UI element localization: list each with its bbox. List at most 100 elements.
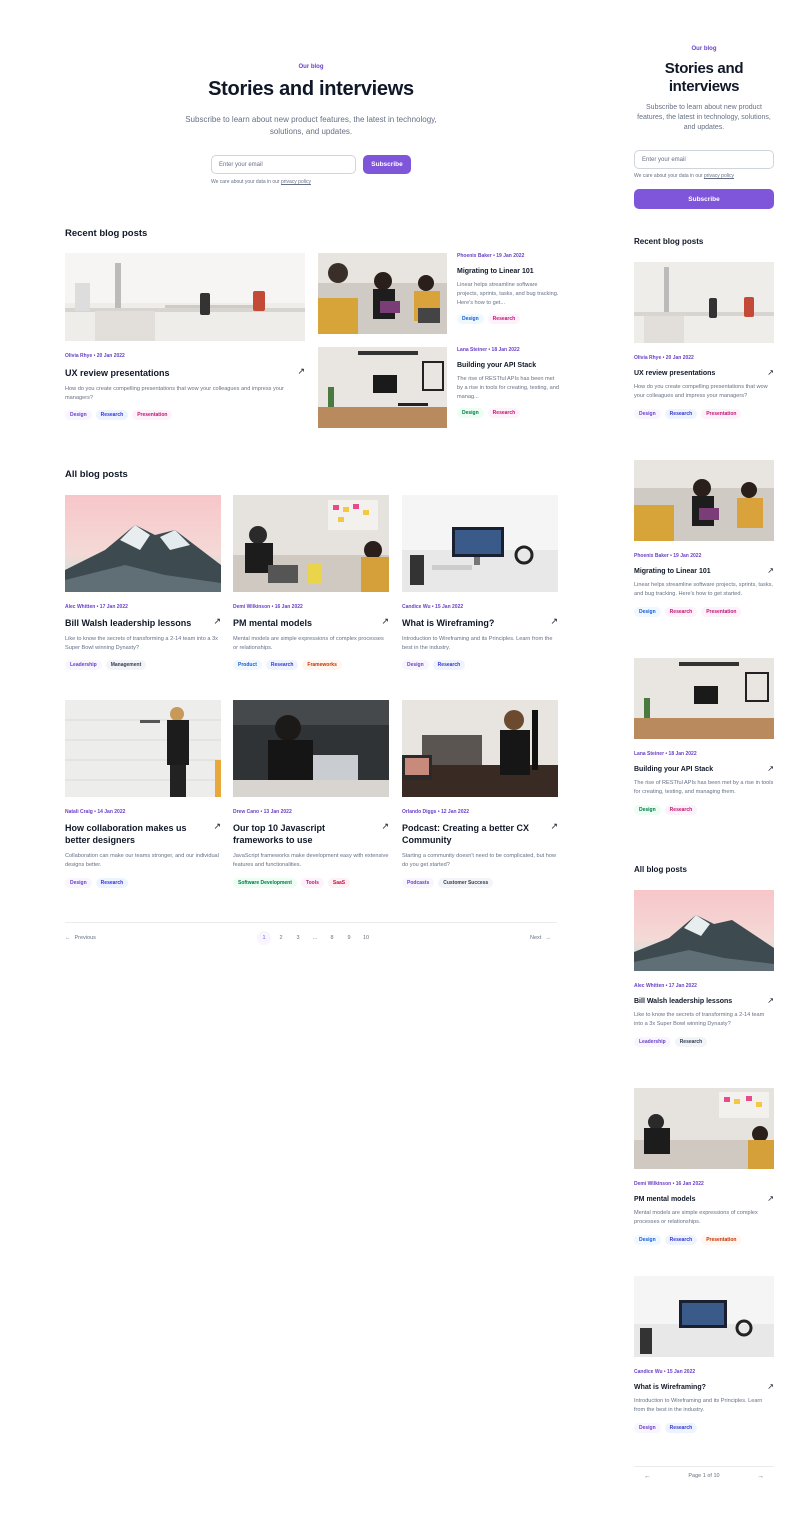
- post-card[interactable]: Candice Wu • 15 Jan 2022 What is Wirefra…: [634, 1276, 774, 1433]
- recent-post-card[interactable]: Olivia Rhye • 20 Jan 2022 UX review pres…: [65, 253, 305, 421]
- tag[interactable]: Product: [233, 660, 262, 671]
- tag[interactable]: Research: [674, 1036, 708, 1047]
- tag[interactable]: Frameworks: [302, 660, 342, 671]
- tag[interactable]: Research: [664, 1234, 698, 1245]
- page-button[interactable]: 1: [257, 931, 271, 945]
- email-input[interactable]: Enter your email: [634, 150, 774, 169]
- tag[interactable]: Tools: [300, 877, 324, 888]
- post-card[interactable]: Drew Cano • 13 Jan 2022 Our top 10 Javas…: [233, 700, 389, 888]
- tag[interactable]: Research: [95, 877, 129, 888]
- tag[interactable]: Presentation: [701, 408, 742, 419]
- tag[interactable]: Research: [95, 410, 129, 421]
- post-title[interactable]: Building your API Stack: [457, 361, 559, 370]
- tag[interactable]: Research: [265, 660, 299, 671]
- all-posts-heading: All blog posts: [65, 469, 128, 480]
- tag[interactable]: Leadership: [634, 1036, 671, 1047]
- tag[interactable]: Design: [634, 804, 661, 815]
- tag[interactable]: Podcasts: [402, 877, 435, 888]
- previous-button[interactable]: ← Previous: [65, 935, 96, 941]
- tag[interactable]: SaaS: [327, 877, 351, 888]
- post-title[interactable]: Migrating to Linear 101: [634, 567, 711, 576]
- page-button[interactable]: 3: [291, 931, 305, 945]
- post-card[interactable]: Alec Whitten • 17 Jan 2022 Bill Walsh le…: [634, 890, 774, 1047]
- post-description: Introduction to Wireframing and its Prin…: [634, 1398, 763, 1414]
- tag[interactable]: Customer Success: [438, 877, 494, 888]
- page-button[interactable]: 9: [342, 931, 356, 945]
- post-title[interactable]: Migrating to Linear 101: [457, 267, 559, 276]
- arrow-up-right-icon[interactable]: ↗: [767, 566, 774, 576]
- arrow-up-right-icon[interactable]: ↗: [550, 616, 558, 629]
- tag[interactable]: Research: [664, 804, 698, 815]
- recent-post-card[interactable]: Phoenix Baker • 19 Jan 2022 Migrating to…: [634, 460, 774, 617]
- recent-post-card[interactable]: Olivia Rhye • 20 Jan 2022 UX review pres…: [634, 262, 774, 419]
- arrow-up-right-icon[interactable]: ↗: [297, 366, 305, 379]
- post-image: [318, 347, 447, 428]
- tag[interactable]: Research: [664, 606, 698, 617]
- recent-post-card[interactable]: Lana Steiner • 18 Jan 2022 Building your…: [634, 658, 774, 815]
- post-description: Like to know the secrets of transforming…: [634, 1012, 765, 1028]
- post-card[interactable]: Natali Craig • 14 Jan 2022 How collabora…: [65, 700, 221, 888]
- tag[interactable]: Presentation: [132, 410, 173, 421]
- post-title[interactable]: UX review presentations: [65, 367, 170, 379]
- post-title[interactable]: PM mental models: [233, 617, 312, 629]
- page-button[interactable]: 10: [359, 931, 373, 945]
- page-button[interactable]: 8: [325, 931, 339, 945]
- post-title[interactable]: What is Wireframing?: [402, 617, 494, 629]
- post-card[interactable]: Alec Whitten • 17 Jan 2022 Bill Walsh le…: [65, 495, 221, 671]
- arrow-up-right-icon[interactable]: ↗: [767, 996, 774, 1006]
- tag[interactable]: Research: [432, 660, 466, 671]
- post-title[interactable]: UX review presentations: [634, 369, 715, 378]
- arrow-up-right-icon[interactable]: ↗: [767, 764, 774, 774]
- tag[interactable]: Management: [105, 660, 147, 671]
- email-input[interactable]: Enter your email: [211, 155, 356, 174]
- tag[interactable]: Design: [457, 408, 484, 419]
- subscribe-button[interactable]: Subscribe: [634, 189, 774, 209]
- next-button[interactable]: Next →: [530, 935, 551, 941]
- tag[interactable]: Research: [664, 1422, 698, 1433]
- arrow-up-right-icon[interactable]: ↗: [213, 821, 221, 846]
- arrow-up-right-icon[interactable]: ↗: [381, 616, 389, 629]
- tag[interactable]: Design: [65, 410, 92, 421]
- tag[interactable]: Research: [487, 408, 521, 419]
- tag[interactable]: Research: [664, 408, 698, 419]
- page-title: Stories and interviews: [634, 60, 774, 96]
- tag[interactable]: Software Development: [233, 877, 297, 888]
- tag[interactable]: Design: [457, 314, 484, 325]
- tag[interactable]: Design: [634, 606, 661, 617]
- post-title[interactable]: Building your API Stack: [634, 765, 713, 774]
- tag[interactable]: Design: [634, 1422, 661, 1433]
- tag[interactable]: Design: [65, 877, 92, 888]
- post-meta: Candice Wu • 15 Jan 2022: [634, 1369, 696, 1375]
- arrow-up-right-icon[interactable]: ↗: [767, 1382, 774, 1392]
- arrow-up-right-icon[interactable]: ↗: [767, 368, 774, 378]
- tag[interactable]: Research: [487, 314, 521, 325]
- post-title[interactable]: Podcast: Creating a better CX Community: [402, 822, 542, 846]
- privacy-policy-link[interactable]: privacy policy: [281, 179, 311, 185]
- post-card[interactable]: Candice Wu • 15 Jan 2022 What is Wirefra…: [402, 495, 558, 671]
- post-meta: Olivia Rhye • 20 Jan 2022: [634, 355, 694, 361]
- tag[interactable]: Presentation: [701, 1234, 742, 1245]
- post-title[interactable]: PM mental models: [634, 1195, 695, 1204]
- post-title[interactable]: Bill Walsh leadership lessons: [634, 997, 732, 1006]
- privacy-policy-link[interactable]: privacy policy: [704, 173, 734, 179]
- post-image: [233, 700, 389, 797]
- arrow-up-right-icon[interactable]: ↗: [213, 616, 221, 629]
- arrow-up-right-icon[interactable]: ↗: [381, 821, 389, 846]
- post-card[interactable]: Demi Wilkinson • 16 Jan 2022 PM mental m…: [233, 495, 389, 671]
- post-title[interactable]: How collaboration makes us better design…: [65, 822, 205, 846]
- arrow-up-right-icon[interactable]: ↗: [550, 821, 558, 846]
- post-title[interactable]: What is Wireframing?: [634, 1383, 706, 1392]
- tag[interactable]: Design: [402, 660, 429, 671]
- post-title[interactable]: Our top 10 Javascript frameworks to use: [233, 822, 373, 846]
- page-button[interactable]: 2: [274, 931, 288, 945]
- subscribe-button[interactable]: Subscribe: [363, 155, 411, 174]
- tag[interactable]: Leadership: [65, 660, 102, 671]
- post-title[interactable]: Bill Walsh leadership lessons: [65, 617, 191, 629]
- next-arrow-icon[interactable]: →: [757, 1473, 764, 1480]
- tag[interactable]: Presentation: [701, 606, 742, 617]
- tag[interactable]: Design: [634, 1234, 661, 1245]
- tag[interactable]: Design: [634, 408, 661, 419]
- post-card[interactable]: Orlando Diggs • 12 Jan 2022 Podcast: Cre…: [402, 700, 558, 888]
- post-card[interactable]: Demi Wilkinson • 16 Jan 2022 PM mental m…: [634, 1088, 774, 1245]
- arrow-up-right-icon[interactable]: ↗: [767, 1194, 774, 1204]
